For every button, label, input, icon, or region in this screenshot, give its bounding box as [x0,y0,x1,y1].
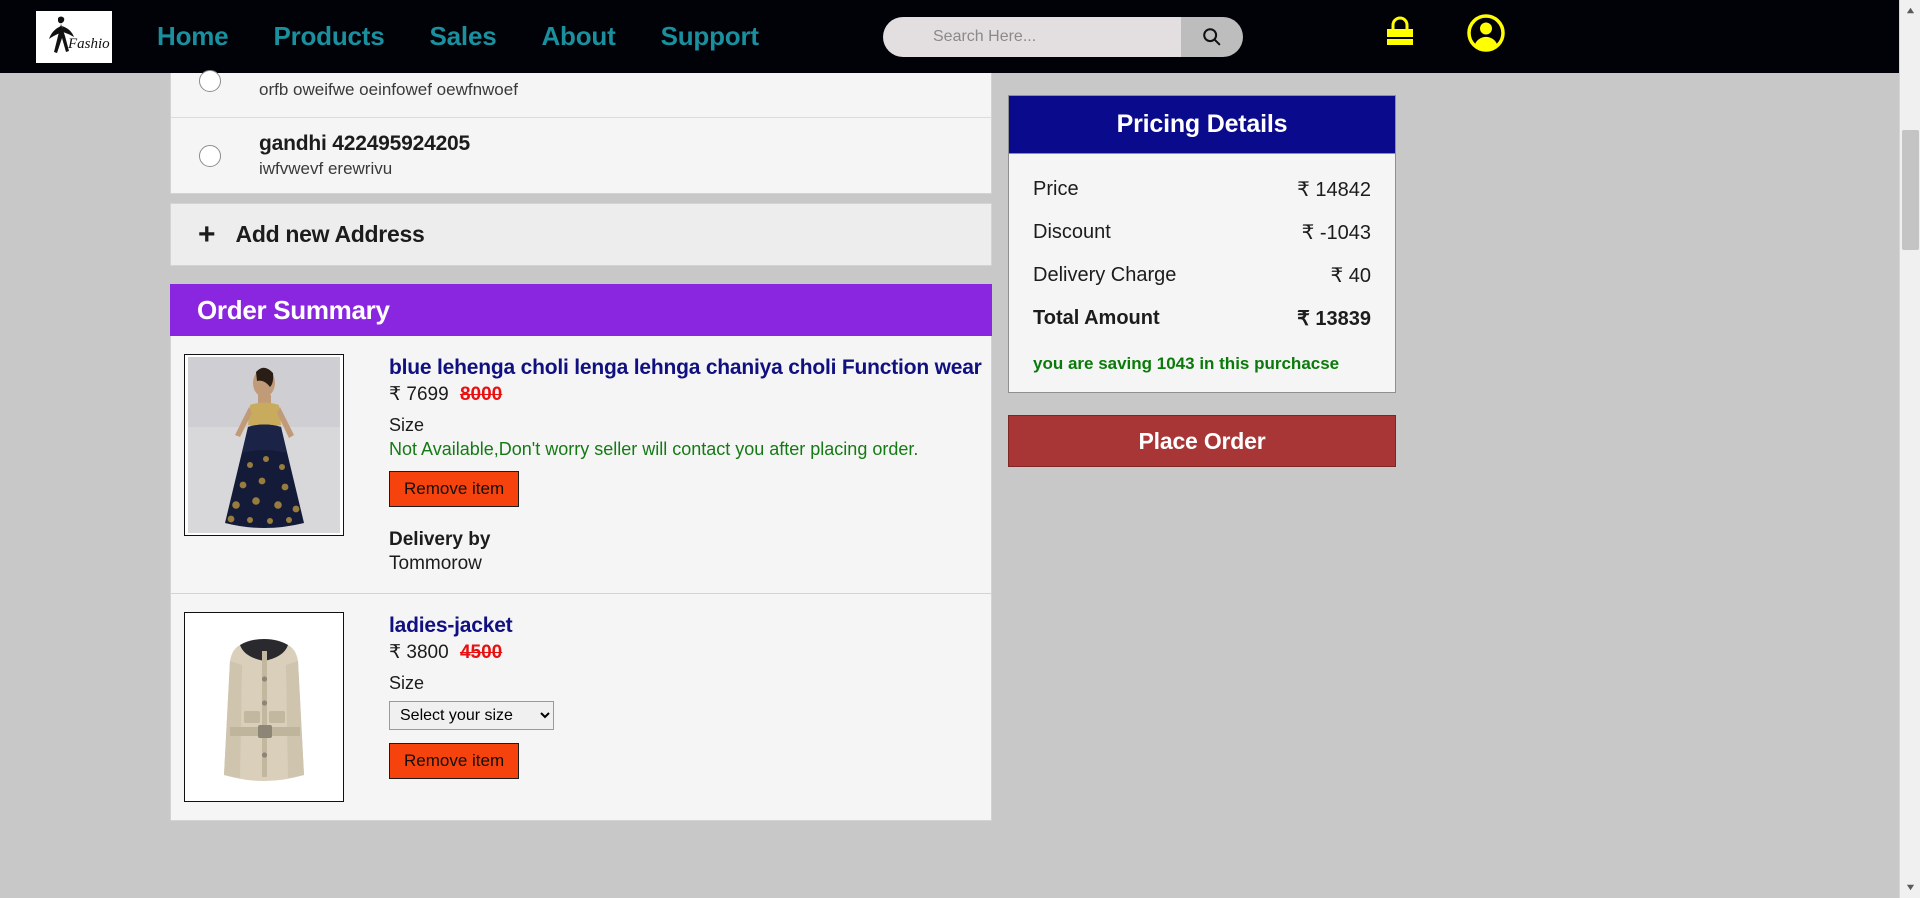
page-root: Fashion Home Products Sales About Suppor… [0,0,1920,898]
place-order-button[interactable]: Place Order [1008,415,1396,467]
price-row-delivery-charge: Delivery Charge ₹ 40 [1033,254,1371,297]
product-old-price: 8000 [459,384,503,405]
address-radio[interactable] [199,144,221,167]
header-icons [1380,13,1506,53]
checkout-left-column: orfb oweifwe oeinfowef oewfnwoef gandhi … [170,70,992,821]
address-radio-partial[interactable] [199,70,221,92]
scroll-down-arrow[interactable] [1900,877,1920,898]
search-button[interactable] [1181,17,1243,57]
product-thumbnail[interactable] [184,354,344,536]
chevron-up-icon [1906,7,1915,14]
fashion-logo-icon: Fashion [49,16,110,53]
site-logo[interactable]: Fashion [36,10,112,63]
nav-item-support[interactable]: Support [661,21,759,52]
remove-item-button[interactable]: Remove item [389,471,520,507]
product-size-label: Size [389,415,425,435]
product-availability-note: Not Available,Don't worry seller will co… [389,439,919,459]
nav-item-products[interactable]: Products [273,21,384,52]
chevron-down-icon [1906,884,1915,891]
product-price-line: ₹ 7699 8000 [389,383,982,406]
search-icon [1203,28,1221,46]
product-price: 7699 [406,384,449,405]
nav-item-home[interactable]: Home [157,21,229,52]
product-currency: ₹ [389,642,402,663]
user-account-icon[interactable] [1466,13,1506,53]
address-detail-partial: orfb oweifwe oeinfowef oewfnwoef [259,80,518,99]
svg-text:Fashion: Fashion [67,36,110,52]
scroll-thumb[interactable] [1902,130,1919,250]
nav-item-sales[interactable]: Sales [430,21,497,52]
address-row[interactable]: gandhi 422495924205 iwfvwevf erewrivu [171,117,991,193]
delivery-by-label: Delivery by [389,529,491,550]
product-currency: ₹ [389,384,402,405]
product-info: blue lehenga choli lenga lehnga chaniya … [389,354,982,575]
add-new-address-label: Add new Address [235,221,425,247]
checkout-right-column: Pricing Details Price ₹ 14842 Discount ₹… [1008,95,1396,467]
product-thumbnail[interactable] [184,612,344,802]
product-old-price: 4500 [459,642,503,663]
delivery-charge-value: ₹ 40 [1330,265,1371,287]
price-label: Price [1033,178,1079,200]
address-name: gandhi 422495924205 [259,132,471,155]
remove-item-button[interactable]: Remove item [389,743,520,779]
pricing-details-card: Pricing Details Price ₹ 14842 Discount ₹… [1008,95,1396,393]
price-row-price: Price ₹ 14842 [1033,168,1371,211]
discount-value: ₹ -1043 [1301,222,1371,244]
product-title[interactable]: blue lehenga choli lenga lehnga chaniya … [389,356,982,380]
product-title[interactable]: ladies-jacket [389,614,554,638]
pricing-details-title: Pricing Details [1116,110,1288,138]
price-row-discount: Discount ₹ -1043 [1033,211,1371,254]
search-bar [883,17,1243,57]
order-summary-header: Order Summary [170,284,992,336]
page-scrollbar[interactable] [1899,0,1920,898]
pricing-details-body: Price ₹ 14842 Discount ₹ -1043 Delivery … [1009,154,1395,392]
scroll-up-arrow[interactable] [1900,0,1920,21]
page-content: orfb oweifwe oeinfowef oewfnwoef gandhi … [0,70,1899,898]
pricing-details-header: Pricing Details [1009,96,1395,154]
address-list: orfb oweifwe oeinfowef oewfnwoef gandhi … [170,70,992,194]
lehenga-product-image [188,357,340,533]
discount-label: Discount [1033,221,1111,243]
delivery-by-value: Tommorow [389,553,482,574]
product-size-label: Size [389,673,425,693]
price-value: ₹ 14842 [1297,179,1371,201]
order-item: ladies-jacket ₹ 3800 4500 Size Select yo… [170,594,992,821]
order-summary-title: Order Summary [197,294,390,325]
jacket-product-image [188,615,340,799]
order-item: blue lehenga choli lenga lehnga chaniya … [170,336,992,594]
product-info: ladies-jacket ₹ 3800 4500 Size Select yo… [389,612,554,802]
product-price: 3800 [406,642,449,663]
total-amount-label: Total Amount [1033,307,1160,329]
delivery-block: Delivery by Tommorow [389,529,982,575]
total-amount-value: ₹ 13839 [1297,308,1371,330]
size-select[interactable]: Select your size [389,701,554,730]
address-row-partial[interactable]: orfb oweifwe oeinfowef oewfnwoef [171,70,991,117]
delivery-charge-label: Delivery Charge [1033,264,1177,286]
main-nav: Home Products Sales About Support [157,21,759,52]
site-header: Fashion Home Products Sales About Suppor… [0,0,1899,73]
add-new-address-button[interactable]: + Add new Address [170,203,992,266]
price-row-total-amount: Total Amount ₹ 13839 [1033,297,1371,340]
shopping-bag-icon[interactable] [1380,13,1420,53]
nav-item-about[interactable]: About [541,21,615,52]
product-price-line: ₹ 3800 4500 [389,641,554,664]
search-input[interactable] [883,17,1181,57]
plus-icon: + [198,217,216,251]
address-detail: iwfvwevf erewrivu [259,159,393,178]
savings-note: you are saving 1043 in this purchacse [1033,354,1340,373]
